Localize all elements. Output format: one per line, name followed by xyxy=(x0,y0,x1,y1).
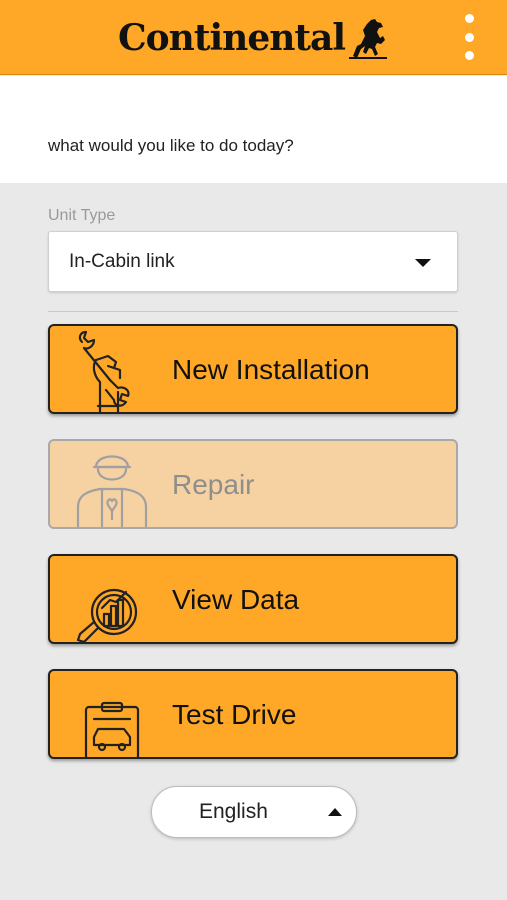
action-label: New Installation xyxy=(172,354,370,385)
kebab-dot-icon xyxy=(464,14,474,23)
more-menu-button[interactable] xyxy=(455,14,483,60)
unit-type-label: Unit Type xyxy=(48,207,116,224)
clipboard-car-icon xyxy=(84,701,140,757)
caret-down-icon xyxy=(415,259,431,267)
magnifier-chart-icon xyxy=(76,588,138,642)
kebab-dot-icon xyxy=(464,32,474,42)
action-label: View Data xyxy=(172,584,300,615)
unit-type-value: In-Cabin link xyxy=(69,251,175,272)
wrench-hand-icon xyxy=(78,330,130,412)
action-label: Repair xyxy=(172,469,255,500)
action-label: Test Drive xyxy=(172,699,297,730)
app-header: Continental xyxy=(0,0,507,75)
language-select[interactable]: English xyxy=(151,786,357,838)
mechanic-icon xyxy=(76,455,148,527)
horse-icon xyxy=(349,19,388,59)
caret-up-icon xyxy=(328,808,342,816)
divider xyxy=(48,311,458,312)
prompt-panel: what would you like to do today? xyxy=(0,76,507,183)
kebab-dot-icon xyxy=(464,51,474,60)
test-drive-button[interactable]: Test Drive xyxy=(48,669,458,759)
unit-type-select[interactable]: In-Cabin link xyxy=(48,231,458,292)
language-value: English xyxy=(199,800,268,823)
brand-logo: Continental xyxy=(118,10,389,66)
prompt-text: what would you like to do today? xyxy=(48,136,294,155)
new-installation-button[interactable]: New Installation xyxy=(48,324,458,414)
view-data-button[interactable]: View Data xyxy=(48,554,458,644)
repair-button[interactable]: Repair xyxy=(48,439,458,529)
brand-name: Continental xyxy=(118,17,346,59)
